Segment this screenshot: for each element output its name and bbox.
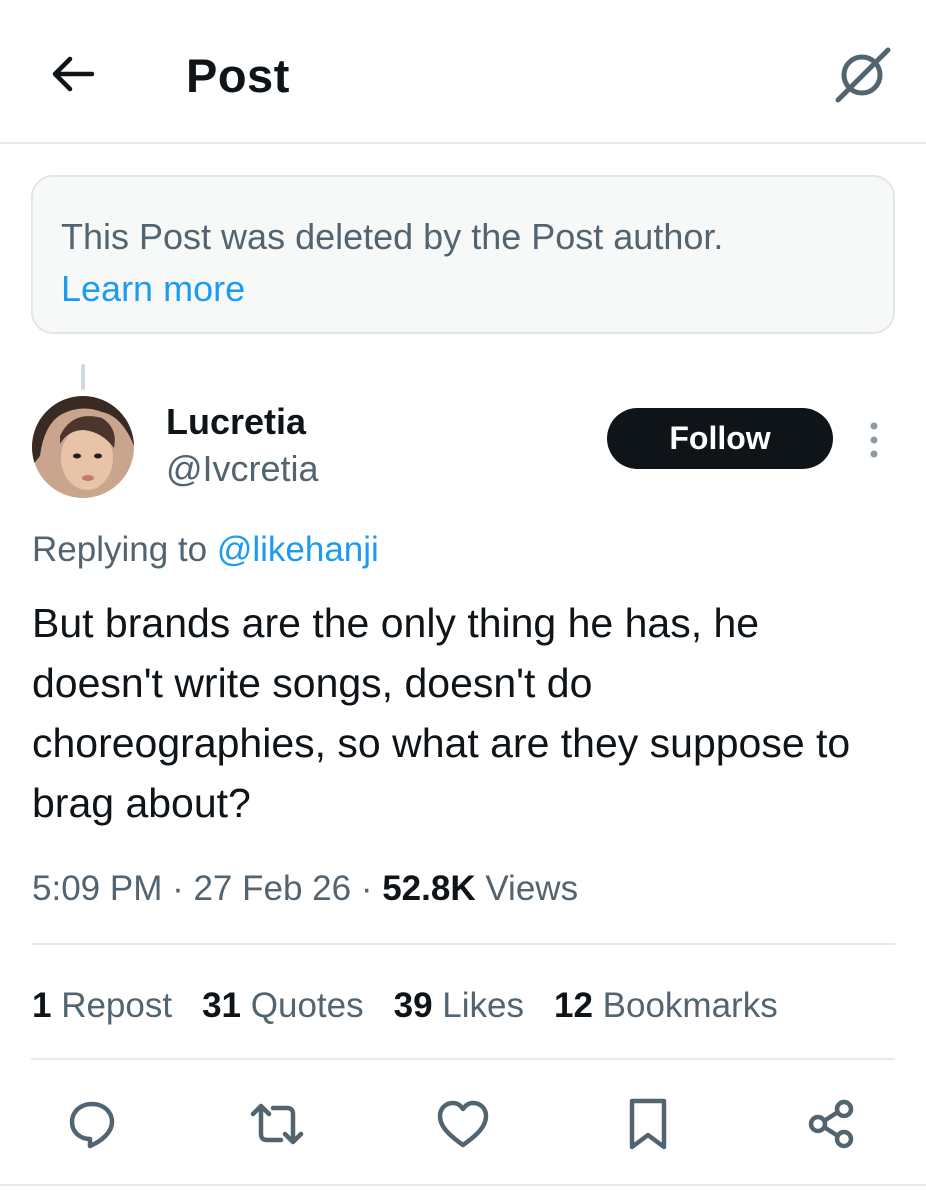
views-count: 52.8K xyxy=(382,869,476,908)
divider xyxy=(31,1058,895,1060)
divider xyxy=(31,943,895,945)
stat-label: Quotes xyxy=(241,986,364,1025)
share-button[interactable] xyxy=(796,1084,866,1164)
views-label: Views xyxy=(475,869,579,908)
reply-mention-link[interactable]: @likehanji xyxy=(217,530,379,569)
replying-to-prefix: Replying to xyxy=(32,530,217,569)
meta-separator: · xyxy=(162,869,194,908)
stat-label: Repost xyxy=(51,986,173,1025)
repost-icon xyxy=(250,1103,304,1145)
learn-more-link[interactable]: Learn more xyxy=(61,263,245,315)
back-button[interactable] xyxy=(46,48,98,100)
stat-count: 39 xyxy=(393,986,433,1025)
repost-button[interactable] xyxy=(242,1084,312,1164)
stat-bookmarks[interactable]: 12 Bookmarks xyxy=(554,983,778,1029)
reply-button[interactable] xyxy=(57,1084,127,1164)
arrow-left-icon xyxy=(52,56,94,92)
stat-likes[interactable]: 39 Likes xyxy=(394,983,524,1029)
engagement-stats: 1 Repost 31 Quotes 39 Likes 12 Bookmarks xyxy=(32,983,808,1029)
stat-count: 31 xyxy=(202,986,242,1025)
more-vertical-icon xyxy=(870,422,878,458)
stat-count: 12 xyxy=(553,986,593,1025)
like-button[interactable] xyxy=(428,1084,498,1164)
post-date[interactable]: 27 Feb 26 xyxy=(193,869,351,908)
thread-connector-line xyxy=(81,364,85,390)
action-bar xyxy=(0,1084,926,1164)
page-title: Post xyxy=(186,49,290,102)
more-options-button[interactable] xyxy=(856,418,892,462)
bookmark-button[interactable] xyxy=(613,1084,683,1164)
author-handle[interactable]: @Ivcretia xyxy=(166,447,319,491)
reply-icon xyxy=(69,1101,115,1149)
stat-reposts[interactable]: 1 Repost xyxy=(32,983,172,1029)
post-meta: 5:09 PM · 27 Feb 26 · 52.8K Views xyxy=(32,866,578,912)
grok-icon xyxy=(835,47,891,103)
grok-button[interactable] xyxy=(830,44,896,104)
avatar[interactable] xyxy=(32,396,134,498)
author-display-name[interactable]: Lucretia xyxy=(166,400,306,444)
divider xyxy=(0,1184,926,1186)
stat-label: Likes xyxy=(432,986,524,1025)
avatar-photo xyxy=(32,396,134,498)
stat-label: Bookmarks xyxy=(592,986,778,1025)
deleted-notice-text: This Post was deleted by the Post author… xyxy=(61,216,724,257)
meta-separator: · xyxy=(351,869,383,908)
share-icon xyxy=(808,1099,854,1149)
replying-to: Replying to @likehanji xyxy=(32,527,379,573)
post-time[interactable]: 5:09 PM xyxy=(32,869,162,908)
deleted-post-notice: This Post was deleted by the Post author… xyxy=(31,175,895,334)
header-bar: Post xyxy=(0,0,926,144)
stat-count: 1 xyxy=(32,986,52,1025)
stat-quotes[interactable]: 31 Quotes xyxy=(202,983,364,1029)
bookmark-icon xyxy=(629,1098,667,1150)
post-text: But brands are the only thing he has, he… xyxy=(32,600,851,826)
like-icon xyxy=(437,1100,489,1148)
follow-button[interactable]: Follow xyxy=(607,408,833,469)
